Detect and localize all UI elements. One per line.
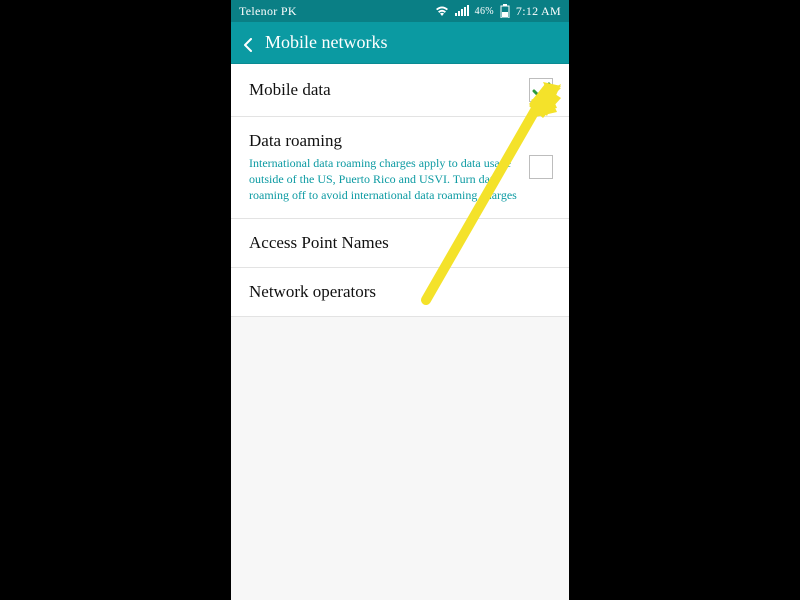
row-data-roaming[interactable]: Data roaming International data roaming … bbox=[231, 117, 569, 219]
page-title: Mobile networks bbox=[265, 32, 387, 53]
battery-percent: 46% bbox=[475, 6, 494, 17]
signal-icon bbox=[455, 5, 469, 17]
row-description: International data roaming charges apply… bbox=[249, 155, 519, 204]
back-icon[interactable] bbox=[241, 36, 255, 50]
checkbox-data-roaming[interactable] bbox=[529, 155, 553, 179]
row-title: Mobile data bbox=[249, 80, 519, 100]
checkbox-mobile-data[interactable] bbox=[529, 78, 553, 102]
status-bar: Telenor PK 46% 7:12 AM bbox=[231, 0, 569, 22]
clock: 7:12 AM bbox=[516, 4, 561, 19]
wifi-icon bbox=[435, 5, 449, 17]
row-apn[interactable]: Access Point Names bbox=[231, 219, 569, 268]
row-mobile-data[interactable]: Mobile data bbox=[231, 64, 569, 117]
carrier-label: Telenor PK bbox=[239, 4, 297, 19]
settings-list: Mobile data Data roaming International d… bbox=[231, 64, 569, 317]
battery-icon bbox=[500, 4, 510, 18]
title-bar: Mobile networks bbox=[231, 22, 569, 64]
row-network-operators[interactable]: Network operators bbox=[231, 268, 569, 317]
row-title: Network operators bbox=[249, 282, 543, 302]
row-title: Access Point Names bbox=[249, 233, 543, 253]
row-title: Data roaming bbox=[249, 131, 519, 151]
phone-screen: Telenor PK 46% 7:12 AM Mobile networks M… bbox=[231, 0, 569, 600]
